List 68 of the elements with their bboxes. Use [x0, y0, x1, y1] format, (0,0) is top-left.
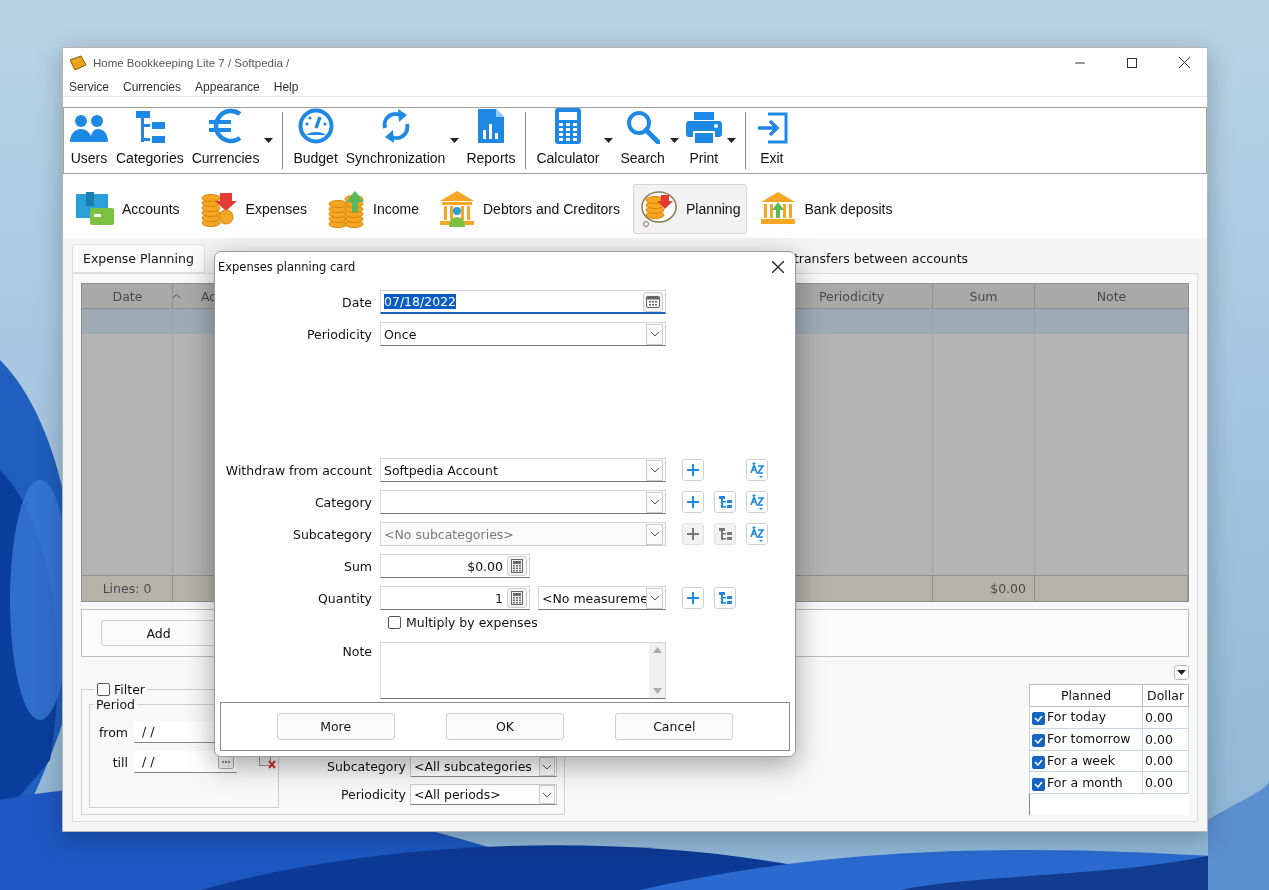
combo-box[interactable]: Once [380, 322, 666, 346]
dialog-button[interactable]: More [276, 713, 395, 740]
checkbox-label: Multiply by expenses [406, 614, 538, 630]
toolbar-button[interactable]: Exit [751, 108, 792, 173]
dialog-button[interactable]: OK [446, 713, 564, 740]
dialog-button[interactable]: Cancel [615, 713, 734, 740]
nav-tab[interactable]: Planning [632, 184, 748, 234]
column-header[interactable]: Date [112, 288, 142, 304]
toolbar-button[interactable]: Currencies [187, 108, 277, 173]
toolbar-button[interactable]: Print [681, 108, 739, 173]
field-label: Category [313, 494, 373, 510]
tab[interactable]: transfers between accounts [792, 244, 970, 273]
dialog-title: Expenses planning card [218, 259, 356, 274]
sum-field[interactable]: $0.00 [380, 554, 530, 578]
tab[interactable]: Expense Planning [72, 244, 205, 273]
toolbar-button[interactable]: Synchronization [341, 108, 463, 173]
field-label: Date [341, 294, 373, 310]
field-label: Sum [342, 558, 373, 574]
nav-tab[interactable]: Accounts [69, 184, 187, 234]
nav-tab[interactable]: Debtors and Creditors [432, 184, 627, 234]
add-button[interactable]: Add [101, 620, 216, 646]
menu-item[interactable]: Service [69, 79, 109, 94]
table-cell: For a week [1029, 750, 1143, 772]
toolbar-button[interactable]: Calculator [532, 108, 617, 173]
column-header: Planned [1029, 684, 1143, 707]
nav-tab[interactable]: Bank deposits [753, 184, 900, 234]
field-label: Note [341, 643, 373, 659]
line-count: Lines: 0 [82, 576, 173, 601]
quantity-field[interactable]: 1 [380, 586, 530, 610]
subcategory-combo[interactable]: <All subcategories [410, 756, 557, 777]
toolbar-button[interactable]: Reports [462, 108, 520, 173]
table-cell: For a month [1029, 771, 1143, 794]
toolbar-button[interactable]: Categories [112, 108, 188, 173]
field-label: Periodicity [305, 326, 373, 342]
table-cell: 0.00 [1142, 706, 1189, 729]
nav-tab[interactable]: Expenses [192, 184, 315, 234]
combo-box[interactable]: Softpedia Account [380, 458, 666, 482]
window-title: Home Bookkeeping Lite 7 / Softpedia / [93, 56, 290, 69]
periodicity-combo[interactable]: <All periods> [410, 784, 557, 805]
field-label: Subcategory [291, 526, 373, 542]
column-header[interactable]: Note [1096, 288, 1127, 304]
table-cell: 0.00 [1142, 728, 1189, 751]
nav-tab[interactable]: Income [320, 184, 426, 234]
filter-label: Filter [114, 682, 145, 697]
menu-item[interactable]: Currencies [123, 79, 182, 94]
column-header[interactable]: Sum [969, 288, 998, 304]
field-label: Withdraw from account [224, 462, 373, 478]
till-label: till [111, 754, 128, 770]
table-cell: For today [1029, 706, 1143, 729]
menu-item[interactable]: Appearance [195, 79, 260, 94]
period-label: Period [95, 697, 136, 712]
toolbar-button[interactable]: Search [616, 108, 682, 173]
toolbar-button[interactable]: Users [66, 108, 112, 173]
date-field[interactable]: / / [134, 751, 237, 773]
toolbar-button[interactable]: Budget [289, 108, 342, 173]
field-label: Quantity [316, 590, 373, 606]
periodicity-label: Periodicity [340, 787, 406, 802]
sum-total: $0.00 [933, 576, 1035, 601]
column-header[interactable]: Periodicity [818, 288, 885, 304]
column-header: Dollar [1142, 684, 1189, 707]
table-cell: 0.00 [1142, 771, 1189, 794]
date-field[interactable]: / / [134, 721, 214, 743]
subcategory-label: Subcategory [326, 759, 406, 774]
from-label: from [97, 724, 128, 740]
date-field[interactable]: 07/18/2022 [380, 290, 666, 314]
menu-item[interactable]: Help [273, 79, 299, 94]
table-cell: 0.00 [1142, 750, 1189, 772]
table-cell: For tomorrow [1029, 728, 1143, 751]
